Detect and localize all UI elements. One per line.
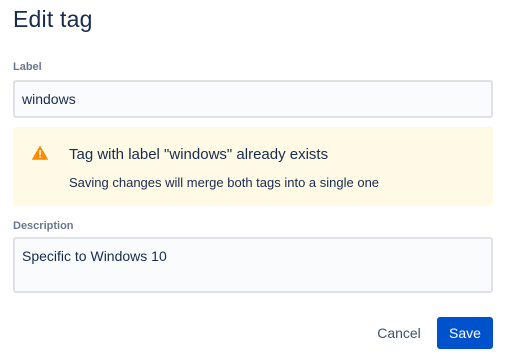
save-button[interactable]: Save: [437, 317, 493, 349]
edit-tag-dialog: Edit tag Label Tag with label "windows" …: [0, 0, 511, 361]
description-input[interactable]: Specific to Windows 10: [13, 237, 493, 293]
warning-title: Tag with label "windows" already exists: [69, 146, 329, 163]
warning-triangle-icon: [31, 145, 49, 160]
label-input[interactable]: [13, 80, 493, 118]
label-field-label: Label: [13, 61, 42, 73]
warning-message: Tag with label "windows" already exists …: [13, 127, 493, 206]
description-field-label: Description: [13, 220, 74, 232]
warning-body: Saving changes will merge both tags into…: [69, 175, 380, 190]
dialog-title: Edit tag: [13, 6, 93, 32]
cancel-button[interactable]: Cancel: [368, 317, 430, 349]
